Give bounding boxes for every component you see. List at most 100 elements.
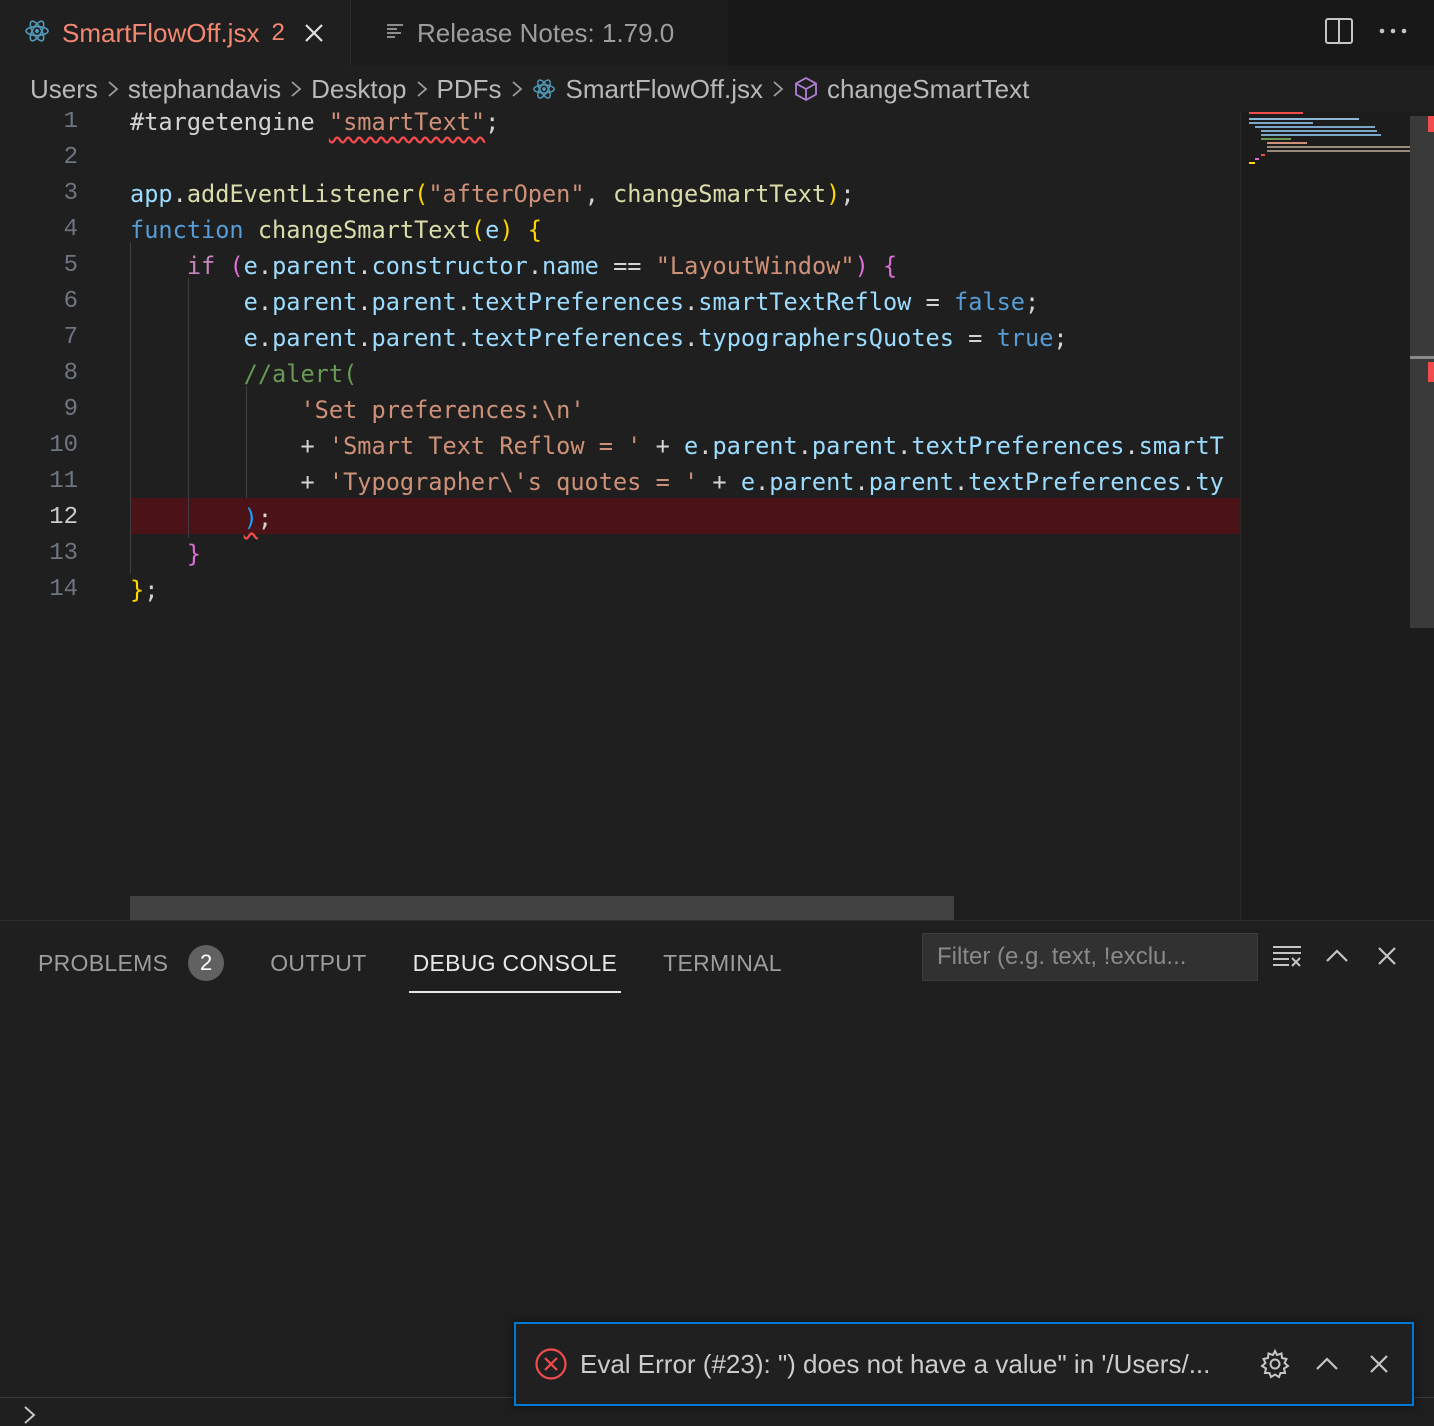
breadcrumb-item-file[interactable]: SmartFlowOff.jsx (532, 74, 763, 105)
code-line: + 'Typographer\'s quotes = ' + e.parent.… (130, 464, 1224, 500)
scrollbar-error-marker (1428, 116, 1434, 132)
tab-problems[interactable]: PROBLEMS 2 (38, 939, 225, 987)
breadcrumb-item-symbol[interactable]: changeSmartText (793, 74, 1029, 105)
code-line: e.parent.parent.textPreferences.typograp… (130, 320, 1068, 356)
code-token: if (186, 252, 230, 280)
code-token: . (897, 432, 912, 460)
filter-input[interactable]: Filter (e.g. text, !exclu... (922, 933, 1258, 981)
chevron-up-icon[interactable] (1320, 939, 1354, 973)
breadcrumb-item-desktop[interactable]: Desktop (311, 74, 406, 105)
code-token: . (698, 432, 713, 460)
code-token: . (456, 288, 471, 316)
tab-label: OUTPUT (270, 949, 367, 976)
code-token: . (797, 432, 812, 460)
code-token: true (996, 324, 1054, 352)
problems-count-badge: 2 (188, 945, 225, 981)
minimap-line (1261, 154, 1265, 156)
minimap-line (1261, 134, 1381, 136)
gear-icon[interactable] (1258, 1347, 1292, 1381)
code-token: } (186, 540, 202, 568)
code-token: . (1124, 432, 1139, 460)
code-token: ) (499, 216, 514, 244)
clear-console-icon[interactable] (1270, 939, 1304, 973)
preview-icon (385, 21, 405, 46)
code-token: typographersQuotes (698, 324, 954, 352)
code-token: ; (485, 112, 500, 136)
chevron-right-icon (771, 79, 785, 99)
code-token: . (172, 180, 187, 208)
editor-tab-bar: SmartFlowOff.jsx 2 Release Notes: 1.79.0 (0, 0, 1434, 66)
scrollbar-error-marker (1428, 362, 1434, 382)
tab-smartflowoff[interactable]: SmartFlowOff.jsx 2 (0, 0, 350, 66)
code-token: function (130, 216, 258, 244)
close-icon[interactable] (1362, 1347, 1396, 1381)
code-line: //alert( (130, 356, 358, 392)
code-token: textPreferences (911, 432, 1125, 460)
code-token: e (243, 288, 258, 316)
chevron-right-icon (289, 79, 303, 99)
line-number: 13 (49, 540, 78, 567)
minimap-line (1261, 130, 1377, 132)
line-number: 2 (63, 144, 78, 171)
code-token: . (456, 324, 471, 352)
breadcrumb-item-users[interactable]: Users (30, 74, 98, 105)
code-token: ty (1195, 468, 1224, 496)
code-token: 'Set preferences:\n' (300, 396, 585, 424)
breadcrumb-symbol-label: changeSmartText (826, 73, 1030, 104)
code-token: e (485, 216, 500, 244)
code-token: } (130, 576, 145, 604)
minimap-line (1255, 158, 1259, 160)
error-notification[interactable]: Eval Error (#23): ") does not have a val… (514, 1322, 1414, 1406)
code-editor[interactable]: 1 2 3 4 5 6 7 8 9 10 11 12 13 14 #targetengine "smart… (0, 112, 1240, 920)
code-token: e (243, 252, 258, 280)
minimap-line (1249, 118, 1359, 120)
split-editor-icon[interactable] (1322, 14, 1356, 48)
code-token: name (542, 252, 599, 280)
minimap-line (1267, 142, 1307, 144)
chevron-up-icon[interactable] (1310, 1347, 1344, 1381)
breadcrumb-item-pdfs[interactable]: PDFs (437, 74, 502, 105)
code-line: app.addEventListener("afterOpen", change… (130, 176, 855, 212)
line-number: 11 (49, 468, 78, 495)
tab-release-notes[interactable]: Release Notes: 1.79.0 (350, 0, 728, 66)
code-token: e (684, 432, 699, 460)
panel-actions (1270, 939, 1404, 973)
minimap-line (1267, 150, 1411, 152)
code-token: + (130, 432, 329, 460)
tab-debug-console[interactable]: DEBUG CONSOLE (408, 939, 621, 993)
scrollbar-cursor-marker (1410, 356, 1434, 359)
chevron-right-icon (510, 79, 524, 99)
line-number: 6 (63, 288, 78, 315)
line-number: 5 (63, 252, 78, 279)
close-icon[interactable] (1370, 939, 1404, 973)
code-token: e (243, 324, 258, 352)
code-token: . (357, 324, 372, 352)
close-icon[interactable] (303, 22, 325, 44)
code-token: . (527, 252, 543, 280)
tab-title: SmartFlowOff.jsx (62, 17, 260, 48)
error-icon (534, 1347, 568, 1381)
code-token: + (641, 432, 685, 460)
code-token: parent (712, 432, 798, 460)
tab-output[interactable]: OUTPUT (270, 939, 366, 987)
code-line: if (e.parent.constructor.name == "Layout… (130, 248, 897, 284)
code-token: , (584, 180, 614, 208)
code-line: ); (130, 500, 272, 536)
code-token: ( (470, 216, 486, 244)
vertical-scrollbar[interactable] (1410, 116, 1434, 628)
tab-terminal[interactable]: TERMINAL (663, 939, 782, 987)
horizontal-scrollbar[interactable] (130, 896, 954, 920)
code-token: parent (272, 252, 358, 280)
code-token: ; (257, 504, 273, 532)
code-token: ( (229, 252, 244, 280)
more-actions-icon[interactable] (1376, 14, 1410, 48)
breadcrumb-item-stephandavis[interactable]: stephandavis (128, 74, 281, 105)
minimap[interactable] (1240, 112, 1434, 920)
code-token: //alert( (243, 360, 358, 388)
